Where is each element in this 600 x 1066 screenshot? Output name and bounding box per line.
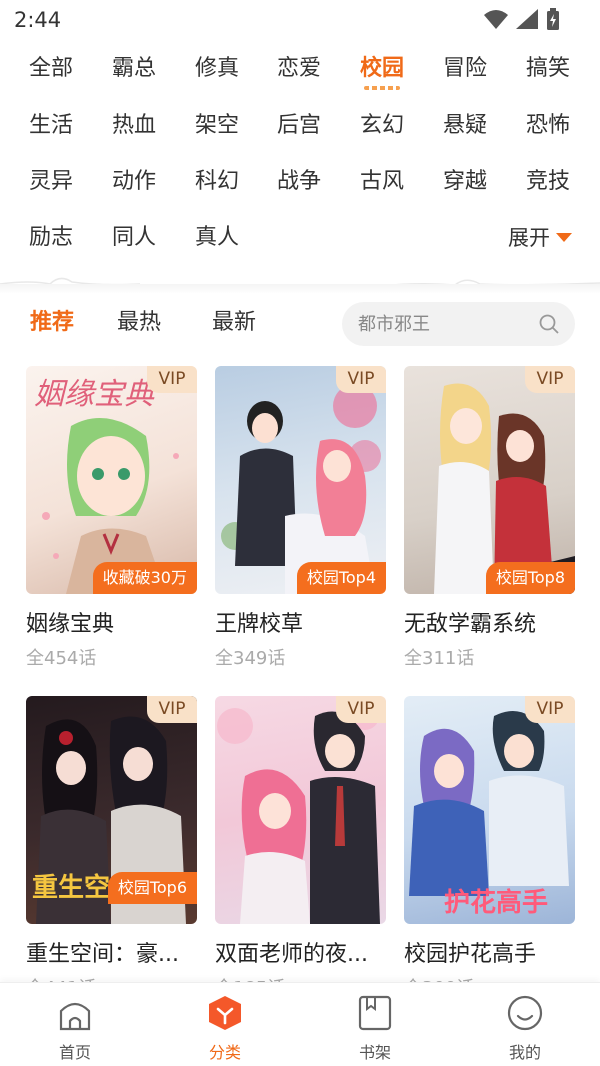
genre-sports[interactable]: 竞技 [513, 159, 583, 205]
bottom-navigation: 首页 分类 书架 我的 [0, 982, 600, 1066]
genre-mystery[interactable]: 悬疑 [430, 103, 500, 149]
genre-cultivation[interactable]: 修真 [182, 46, 252, 92]
genre-campus[interactable]: 校园 [347, 46, 417, 92]
comic-title[interactable]: 校园护花高手 [404, 936, 575, 968]
genre-harem[interactable]: 后宫 [264, 103, 334, 149]
genre-fan-work[interactable]: 同人 [99, 215, 169, 261]
comic-highlight-badge: 校园Top6 [107, 872, 197, 904]
genre-horror[interactable]: 恐怖 [513, 103, 583, 149]
vip-badge: VIP [147, 696, 197, 723]
tab-recommended[interactable]: 推荐 [30, 300, 74, 346]
profile-icon [507, 995, 543, 1031]
nav-category-label: 分类 [208, 1043, 241, 1062]
genre-romance[interactable]: 恋爱 [264, 46, 334, 92]
genre-time-travel[interactable]: 穿越 [430, 159, 500, 205]
genre-row-3: 灵异 动作 科幻 战争 古风 穿越 竞技 [0, 159, 600, 205]
cover-illustration [221, 384, 381, 594]
comic-card[interactable]: VIP 校园Top8 无敌学霸系统 全311话 [404, 366, 575, 670]
caret-down-icon [556, 233, 572, 242]
nav-bookshelf-label: 书架 [358, 1043, 391, 1062]
comic-highlight-badge: 收藏破30万 [92, 562, 197, 594]
status-icons [484, 8, 560, 30]
comic-title[interactable]: 无敌学霸系统 [404, 606, 575, 638]
genre-row-4: 励志 同人 真人 展开 [0, 215, 600, 261]
status-bar: 2:44 [0, 0, 600, 40]
comic-cover[interactable]: 护花高手 VIP [404, 696, 575, 924]
sort-tabs-bar: 推荐 最热 最新 [0, 300, 600, 348]
comic-episode-count: 全311话 [404, 648, 475, 669]
nav-profile[interactable]: 我的 [485, 995, 565, 1063]
genre-supernatural[interactable]: 灵异 [16, 159, 86, 205]
status-time: 2:44 [14, 8, 62, 32]
expand-label: 展开 [508, 226, 550, 250]
wifi-icon [484, 10, 508, 29]
genre-all[interactable]: 全部 [16, 46, 86, 92]
genre-row-1: 全部 霸总 修真 恋爱 校园 冒险 搞笑 [0, 46, 600, 92]
cover-illustration: 姻缘宝典 [34, 377, 179, 594]
battery-icon [547, 8, 559, 30]
search-input[interactable] [358, 302, 528, 346]
genre-war[interactable]: 战争 [264, 159, 334, 205]
bookshelf-icon [358, 995, 392, 1031]
comic-highlight-badge: 校园Top8 [485, 562, 575, 594]
nav-home[interactable]: 首页 [35, 995, 115, 1063]
genre-fantasy[interactable]: 玄幻 [347, 103, 417, 149]
comic-episode-count: 全454话 [26, 648, 97, 669]
cover-illustration: 护花高手 [409, 711, 569, 918]
comic-card[interactable]: 重生空 VIP 校园Top6 重生空间：豪... 全441话 [26, 696, 197, 1000]
svg-text:重生空: 重生空 [32, 872, 110, 903]
search-icon[interactable] [539, 314, 559, 334]
genre-inspirational[interactable]: 励志 [16, 215, 86, 261]
comic-title[interactable]: 姻缘宝典 [26, 606, 197, 638]
expand-genres-button[interactable]: 展开 [508, 215, 572, 261]
genre-life[interactable]: 生活 [16, 103, 86, 149]
genre-ancient[interactable]: 古风 [347, 159, 417, 205]
vip-badge: VIP [525, 696, 575, 723]
vip-badge: VIP [525, 366, 575, 393]
genre-comedy[interactable]: 搞笑 [513, 46, 583, 92]
cover-illustration [217, 702, 380, 924]
comic-cover[interactable]: VIP [215, 696, 386, 924]
tab-newest[interactable]: 最新 [212, 300, 256, 346]
comic-card[interactable]: VIP 双面老师的夜... 全185话 [215, 696, 386, 1000]
genre-hot-blood[interactable]: 热血 [99, 103, 169, 149]
search-box[interactable] [342, 302, 575, 346]
comic-title[interactable]: 双面老师的夜... [215, 936, 386, 968]
svg-text:姻缘宝典: 姻缘宝典 [34, 377, 156, 412]
comic-cover[interactable]: VIP 校园Top8 [404, 366, 575, 594]
comic-card[interactable]: VIP 校园Top4 王牌校草 全349话 [215, 366, 386, 670]
comic-cover[interactable]: VIP 校园Top4 [215, 366, 386, 594]
comic-title[interactable]: 王牌校草 [215, 606, 386, 638]
nav-category[interactable]: 分类 [185, 995, 265, 1063]
signal-icon [516, 9, 538, 29]
svg-text:护花高手: 护花高手 [444, 887, 548, 918]
genre-row-2: 生活 热血 架空 后宫 玄幻 悬疑 恐怖 [0, 103, 600, 149]
section-divider [0, 284, 600, 294]
comic-highlight-badge: 校园Top4 [296, 562, 386, 594]
genre-alternate-world[interactable]: 架空 [182, 103, 252, 149]
genre-live-action[interactable]: 真人 [182, 215, 252, 261]
genre-scifi[interactable]: 科幻 [182, 159, 252, 205]
comic-cover[interactable]: 重生空 VIP 校园Top6 [26, 696, 197, 924]
comic-card[interactable]: 姻缘宝典 VIP 收藏破30万 姻缘宝典 全454话 [26, 366, 197, 670]
home-icon [59, 1002, 91, 1031]
genre-action[interactable]: 动作 [99, 159, 169, 205]
vip-badge: VIP [147, 366, 197, 393]
nav-bookshelf[interactable]: 书架 [335, 995, 415, 1063]
nav-home-label: 首页 [58, 1043, 91, 1062]
comic-episode-count: 全349话 [215, 648, 286, 669]
comic-cover[interactable]: 姻缘宝典 VIP 收藏破30万 [26, 366, 197, 594]
vip-badge: VIP [336, 366, 386, 393]
cover-illustration [434, 383, 575, 594]
nav-profile-label: 我的 [508, 1043, 541, 1062]
category-icon [209, 996, 241, 1030]
comic-card[interactable]: 护花高手 VIP 校园护花高手 全300话 [404, 696, 575, 1000]
tab-hottest[interactable]: 最热 [117, 300, 161, 346]
genre-adventure[interactable]: 冒险 [430, 46, 500, 92]
comic-title[interactable]: 重生空间：豪... [26, 936, 197, 968]
vip-badge: VIP [336, 696, 386, 723]
genre-ceo[interactable]: 霸总 [99, 46, 169, 92]
